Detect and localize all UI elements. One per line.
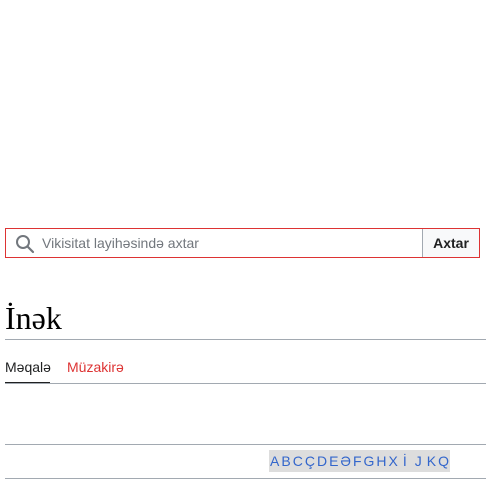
page-title: İnək	[5, 300, 62, 336]
search-field-wrapper	[6, 229, 422, 257]
alphabet-link[interactable]: C	[292, 450, 304, 472]
search-bar: Axtar	[5, 228, 480, 258]
alphabet-link[interactable]: H	[375, 450, 387, 472]
tab-talk[interactable]: Müzakirə	[67, 358, 124, 382]
search-button[interactable]: Axtar	[422, 229, 479, 257]
search-input[interactable]	[42, 229, 418, 257]
tab-article[interactable]: Məqalə	[5, 358, 51, 384]
alphabet-link[interactable]: İ	[399, 450, 411, 472]
alphabet-link[interactable]: J	[411, 450, 426, 472]
alphabet-link[interactable]: D	[316, 450, 328, 472]
alphabet-nav: A B C Ç D E Ə F G H X İ J K Q	[269, 450, 450, 472]
alphabet-link[interactable]: G	[363, 450, 376, 472]
alphabet-link[interactable]: K	[426, 450, 437, 472]
alphabet-link[interactable]: Q	[437, 450, 450, 472]
search-icon	[16, 235, 35, 254]
alphabet-link[interactable]: Ç	[304, 450, 316, 472]
alphabet-link[interactable]: E	[328, 450, 339, 472]
alphabet-divider-top	[5, 444, 486, 445]
alphabet-link[interactable]: F	[352, 450, 363, 472]
alphabet-link[interactable]: B	[280, 450, 291, 472]
title-divider	[5, 339, 486, 340]
alphabet-link[interactable]: X	[388, 450, 399, 472]
alphabet-link[interactable]: Ə	[339, 450, 352, 472]
alphabet-divider-bottom	[5, 478, 486, 479]
alphabet-link[interactable]: A	[269, 450, 280, 472]
tabs-divider	[5, 383, 486, 384]
